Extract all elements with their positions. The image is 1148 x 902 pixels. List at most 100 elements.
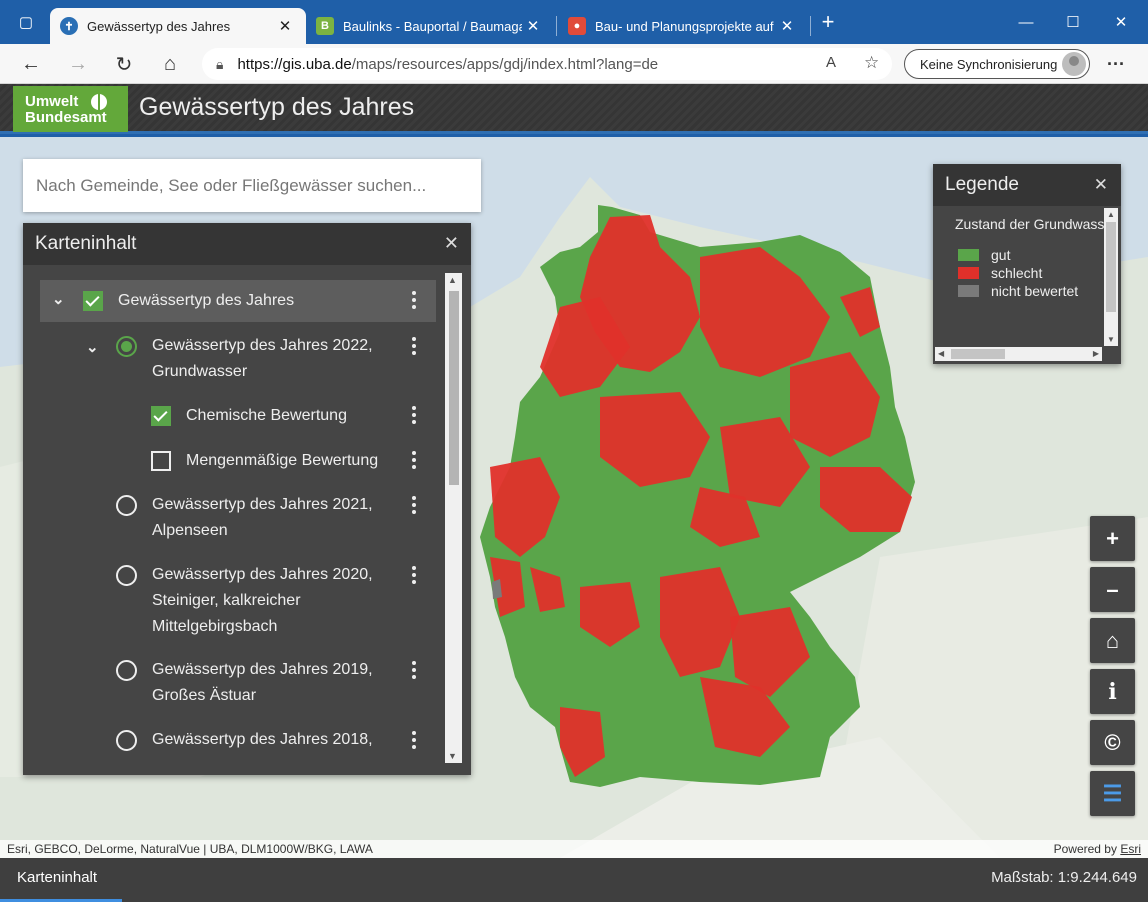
- layer-radio[interactable]: [116, 565, 137, 586]
- scrollbar-thumb[interactable]: [1106, 222, 1116, 312]
- layer-mengenmaessige-bewertung[interactable]: Mengenmäßige Bewertung: [40, 448, 436, 474]
- layer-radio[interactable]: [116, 495, 137, 516]
- toc-panel: Karteninhalt ✕ ⌄ Gewässertyp des Jahres …: [23, 223, 471, 775]
- kebab-menu-icon[interactable]: [410, 661, 418, 681]
- info-button[interactable]: i: [1090, 669, 1135, 714]
- reload-icon[interactable]: ↻: [108, 48, 140, 80]
- tab-gewaessertyp[interactable]: ✝ Gewässertyp des Jahres ✕: [50, 8, 306, 44]
- chevron-down-icon[interactable]: ⌄: [86, 335, 99, 361]
- layer-radio[interactable]: [116, 660, 137, 681]
- forward-arrow-icon[interactable]: →: [62, 48, 94, 80]
- kebab-menu-icon[interactable]: [410, 291, 418, 311]
- tab-karteninhalt[interactable]: Karteninhalt: [0, 858, 122, 902]
- toc-panel-title: Karteninhalt: [23, 223, 471, 265]
- scroll-right-icon[interactable]: ▶: [1093, 349, 1099, 358]
- browser-tab-bar: ▢ ✝ Gewässertyp des Jahres ✕ B Baulinks …: [0, 0, 1148, 44]
- close-icon[interactable]: ✕: [444, 233, 459, 254]
- close-tab-icon[interactable]: ✕: [776, 17, 798, 35]
- legend-label: schlecht: [991, 265, 1043, 281]
- kebab-menu-icon[interactable]: [410, 337, 418, 357]
- legend-label: nicht bewertet: [991, 283, 1079, 299]
- tab-title: Baulinks - Bauportal / Baumagaz: [343, 18, 522, 34]
- tab-baulinks[interactable]: B Baulinks - Bauportal / Baumagaz ✕: [306, 8, 554, 44]
- map-attribution: Esri, GEBCO, DeLorme, NaturalVue | UBA, …: [0, 840, 1148, 858]
- layer-label: Mengenmäßige Bewertung: [186, 452, 379, 469]
- search-input[interactable]: [36, 175, 481, 196]
- home-icon[interactable]: ⌂: [154, 48, 186, 80]
- logo-line-1: Umwelt: [25, 93, 79, 110]
- legend-panel: Legende ✕ Zustand der Grundwasserkörper …: [933, 164, 1121, 364]
- toc-layer-list: ⌄ Gewässertyp des Jahres ⌄ Gewässertyp d…: [23, 265, 471, 775]
- layer-2020-mittelgebirgsbach[interactable]: Gewässertyp des Jahres 2020, Steiniger, k…: [40, 562, 436, 640]
- zoom-in-button[interactable]: +: [1090, 516, 1135, 561]
- address-toolbar: ← → ↻ ⌂ 🔒︎ https://gis.uba.de/maps/resou…: [0, 44, 1148, 84]
- legend-item-nicht-bewertet: nicht bewertet: [958, 283, 1078, 299]
- kebab-menu-icon[interactable]: [410, 731, 418, 751]
- layer-2018[interactable]: Gewässertyp des Jahres 2018,: [40, 727, 436, 757]
- legend-swatch: [958, 285, 979, 297]
- close-icon[interactable]: ✕: [1094, 175, 1108, 195]
- close-window-icon[interactable]: ✕: [1105, 6, 1137, 38]
- layer-label: Gewässertyp des Jahres 2021, Alpenseen: [152, 492, 373, 544]
- kebab-menu-icon[interactable]: [410, 496, 418, 516]
- scroll-left-icon[interactable]: ◀: [938, 349, 944, 358]
- scrollbar-thumb[interactable]: [951, 349, 1005, 359]
- legend-horizontal-scrollbar[interactable]: ◀ ▶: [935, 347, 1102, 361]
- toc-scrollbar[interactable]: ▲ ▼: [445, 273, 462, 763]
- layer-label-line2: Alpenseen: [152, 522, 228, 539]
- layer-label-line3: Mittelgebirgsbach: [152, 618, 278, 635]
- tab-title: Gewässertyp des Jahres: [87, 18, 231, 34]
- scroll-down-icon[interactable]: ▼: [448, 751, 457, 761]
- esri-link[interactable]: Esri: [1120, 842, 1141, 856]
- app-header: Umwelt Bundesamt Gewässertyp des Jahres: [0, 84, 1148, 134]
- tab-separator: [810, 16, 811, 36]
- close-tab-icon[interactable]: ✕: [274, 17, 296, 35]
- layer-radio[interactable]: [116, 730, 137, 751]
- layer-2019-aestuar[interactable]: Gewässertyp des Jahres 2019, Großes Ästua…: [40, 657, 436, 709]
- tab-separator: [556, 16, 557, 36]
- maximize-icon[interactable]: ☐: [1057, 6, 1089, 38]
- copyright-button[interactable]: ©: [1090, 720, 1135, 765]
- uba-logo[interactable]: Umwelt Bundesamt: [13, 86, 128, 132]
- back-arrow-icon[interactable]: ←: [15, 48, 47, 80]
- tab-actions-icon[interactable]: ▢: [10, 6, 42, 38]
- layer-checkbox[interactable]: [151, 451, 171, 471]
- sync-label: Keine Synchronisierung: [920, 56, 1058, 72]
- minimize-icon[interactable]: —: [1010, 6, 1042, 38]
- layer-label-line1: Gewässertyp des Jahres 2021,: [152, 496, 373, 513]
- zoom-out-button[interactable]: –: [1090, 567, 1135, 612]
- scrollbar-thumb[interactable]: [449, 291, 459, 485]
- layer-radio[interactable]: [116, 336, 137, 357]
- kebab-menu-icon[interactable]: [410, 406, 418, 426]
- scroll-down-icon[interactable]: ▼: [1107, 335, 1115, 344]
- favorites-star-icon[interactable]: ☆: [864, 53, 879, 73]
- layer-chemische-bewertung[interactable]: Chemische Bewertung: [40, 403, 436, 429]
- attribution-text: Esri, GEBCO, DeLorme, NaturalVue | UBA, …: [7, 842, 373, 856]
- layer-label-line2: Grundwasser: [152, 363, 248, 380]
- kebab-menu-icon[interactable]: [410, 566, 418, 586]
- read-aloud-icon[interactable]: A: [826, 54, 836, 71]
- legend-item-schlecht: schlecht: [958, 265, 1042, 281]
- url-path: /maps/resources/apps/gdj/index.html?lang…: [351, 55, 659, 73]
- address-field[interactable]: 🔒︎ https://gis.uba.de/maps/resources/app…: [202, 48, 892, 80]
- layer-2021-alpenseen[interactable]: Gewässertyp des Jahres 2021, Alpenseen: [40, 492, 436, 544]
- new-tab-icon[interactable]: +: [812, 6, 844, 38]
- layer-checkbox[interactable]: [151, 406, 171, 426]
- chevron-down-icon[interactable]: ⌄: [52, 287, 65, 313]
- home-view-button[interactable]: ⌂: [1090, 618, 1135, 663]
- layer-label-line1: Gewässertyp des Jahres 2022,: [152, 337, 373, 354]
- more-options-icon[interactable]: ···: [1100, 48, 1132, 80]
- layer-group-gewaessertyp[interactable]: ⌄ Gewässertyp des Jahres: [40, 280, 436, 322]
- legend-vertical-scrollbar[interactable]: ▲ ▼: [1104, 208, 1118, 346]
- kebab-menu-icon[interactable]: [410, 451, 418, 471]
- tab-bauprojekte[interactable]: ● Bau- und Planungsprojekte auf B ✕: [558, 8, 808, 44]
- scroll-up-icon[interactable]: ▲: [448, 275, 457, 285]
- layer-2022-grundwasser[interactable]: ⌄ Gewässertyp des Jahres 2022, Grundwasse…: [40, 333, 436, 385]
- layer-list-button[interactable]: ☰: [1090, 771, 1135, 816]
- scroll-up-icon[interactable]: ▲: [1107, 210, 1115, 219]
- layer-checkbox[interactable]: [83, 291, 103, 311]
- sync-button[interactable]: Keine Synchronisierung: [904, 49, 1090, 79]
- url-host: https://gis.uba.de: [237, 55, 352, 73]
- close-tab-icon[interactable]: ✕: [522, 17, 544, 35]
- baulinks-b-icon: B: [316, 17, 334, 35]
